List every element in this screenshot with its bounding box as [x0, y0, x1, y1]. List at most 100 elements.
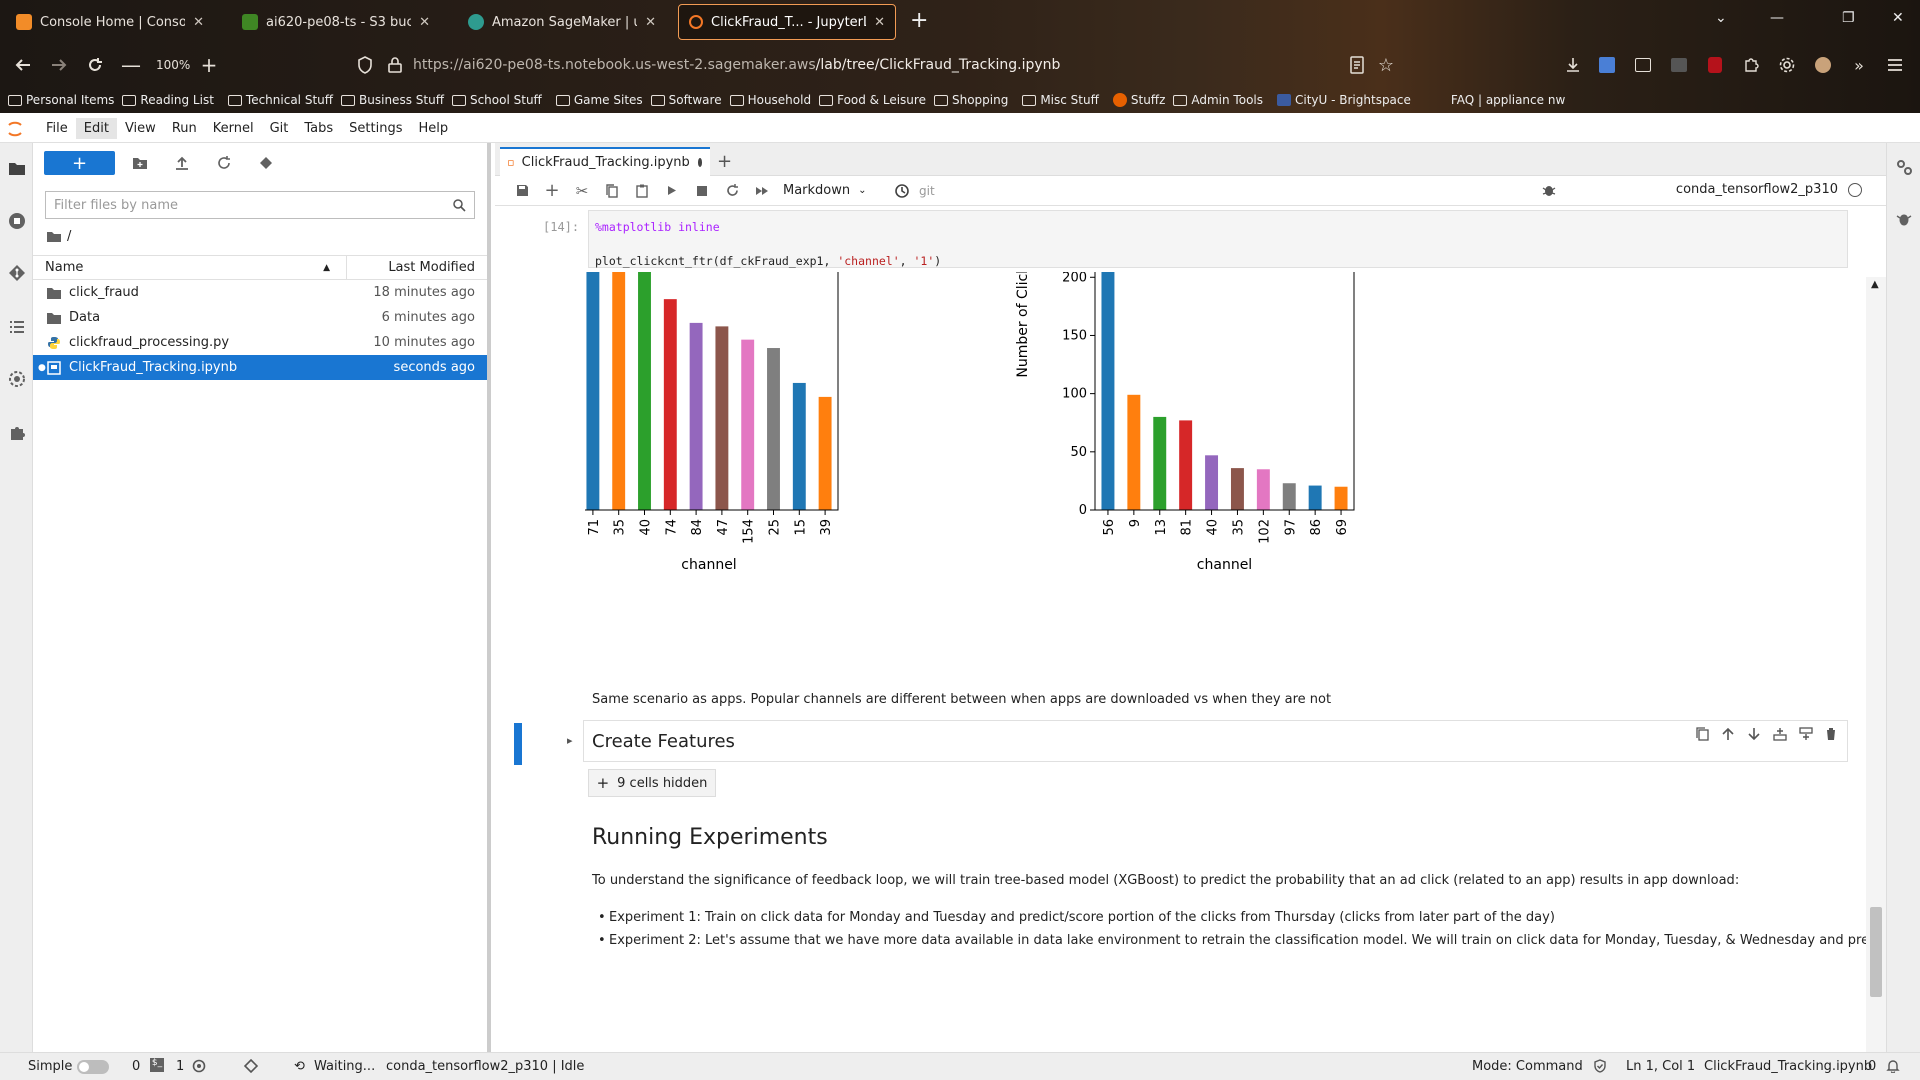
new-launcher-button[interactable]: +: [44, 151, 115, 175]
toggle-switch[interactable]: [76, 1059, 109, 1074]
browser-tab-jupyterlab[interactable]: ClickFraud_T... - JupyterLab ✕: [678, 4, 896, 40]
running-kernels-icon[interactable]: [7, 211, 27, 231]
kernel-indicator[interactable]: conda_tensorflow2_p310: [1676, 182, 1862, 197]
stop-icon[interactable]: [687, 185, 717, 196]
bookmark-link[interactable]: Stuffz: [1112, 93, 1165, 107]
scroll-up-icon[interactable]: ▲: [1871, 279, 1879, 290]
bookmark-folder[interactable]: Personal Items: [8, 93, 114, 107]
git-diff-button[interactable]: git: [919, 184, 935, 198]
table-of-contents-icon[interactable]: [7, 317, 27, 337]
kernel-usage-icon[interactable]: [192, 1059, 206, 1073]
forward-icon[interactable]: [46, 52, 72, 78]
property-inspector-gear-icon[interactable]: [1894, 157, 1914, 177]
account-avatar-icon[interactable]: [1810, 52, 1836, 78]
bookmark-folder[interactable]: Game Sites: [555, 93, 643, 107]
notification-bell-icon[interactable]: [1886, 1059, 1900, 1073]
menu-tabs[interactable]: Tabs: [296, 118, 341, 139]
zoom-level[interactable]: 100%: [156, 58, 190, 72]
kernel-status[interactable]: conda_tensorflow2_p310 | Idle: [386, 1059, 584, 1074]
upload-icon[interactable]: [169, 151, 195, 175]
clock-icon[interactable]: [887, 183, 917, 198]
file-row-clickfraud-processing[interactable]: clickfraud_processing.py 10 minutes ago: [33, 330, 487, 355]
cell-type-select[interactable]: Markdown ⌄: [783, 183, 877, 198]
file-filter-input[interactable]: Filter files by name: [45, 191, 475, 219]
downloads-icon[interactable]: [1560, 52, 1586, 78]
close-tab-icon[interactable]: ✕: [645, 15, 656, 30]
address-bar[interactable]: https://ai620-pe08-ts.notebook.us-west-2…: [413, 57, 1060, 73]
bookmark-folder[interactable]: Technical Stuff: [227, 93, 333, 107]
lock-icon[interactable]: [382, 52, 408, 78]
menu-kernel[interactable]: Kernel: [205, 118, 262, 139]
more-tools-icon[interactable]: »: [1846, 52, 1872, 78]
restart-run-all-icon[interactable]: [747, 186, 777, 196]
settings-gear-icon[interactable]: [1774, 52, 1800, 78]
notebook-scrollbar[interactable]: ▲ ▼: [1866, 277, 1886, 1052]
bookmark-folder[interactable]: Software: [650, 93, 722, 107]
delete-cell-icon[interactable]: [1825, 727, 1837, 741]
new-tab-icon[interactable]: +: [910, 8, 928, 33]
extension-icon[interactable]: [1666, 52, 1692, 78]
back-icon[interactable]: [10, 52, 36, 78]
trusted-shield-icon[interactable]: [1593, 1059, 1607, 1073]
terminal-count[interactable]: 0: [132, 1059, 140, 1074]
browser-tab-s3-bucket[interactable]: ai620-pe08-ts - S3 bucket | S3 | us-west…: [232, 4, 440, 40]
insert-cell-below-icon[interactable]: [1799, 727, 1813, 741]
unsaved-changes-icon[interactable]: [697, 158, 702, 167]
move-cell-down-icon[interactable]: [1747, 727, 1761, 741]
file-row-click-fraud[interactable]: click_fraud 18 minutes ago: [33, 280, 487, 305]
scrollbar-thumb[interactable]: [1870, 907, 1882, 997]
copy-icon[interactable]: [597, 183, 627, 198]
insert-cell-above-icon[interactable]: [1773, 727, 1787, 741]
browser-tab-sagemaker[interactable]: Amazon SageMaker | us-west-2 ✕: [458, 4, 666, 40]
cursor-position[interactable]: Ln 1, Col 1: [1626, 1059, 1695, 1074]
close-window-icon[interactable]: ✕: [1892, 10, 1904, 26]
reader-view-icon[interactable]: [1344, 52, 1370, 78]
notification-count[interactable]: 0: [1868, 1059, 1876, 1074]
menu-settings[interactable]: Settings: [341, 118, 410, 139]
bookmark-folder[interactable]: Food & Leisure: [819, 93, 926, 107]
reload-icon[interactable]: [82, 52, 108, 78]
menu-file[interactable]: File: [38, 118, 76, 139]
paste-icon[interactable]: [627, 184, 657, 198]
run-icon[interactable]: [657, 185, 687, 196]
new-folder-icon[interactable]: [127, 151, 153, 175]
insert-cell-icon[interactable]: +: [537, 180, 567, 201]
extensions-puzzle-icon[interactable]: [1738, 52, 1764, 78]
code-cell-editor[interactable]: %matplotlib inline plot_clickcnt_ftr(df_…: [588, 210, 1848, 268]
create-features-heading-cell[interactable]: ▸ Create Features: [567, 720, 1848, 762]
move-cell-up-icon[interactable]: [1721, 727, 1735, 741]
active-cell-marker[interactable]: [514, 723, 522, 765]
browser-tab-console-home[interactable]: Console Home | Console Home ✕: [6, 4, 214, 40]
close-tab-icon[interactable]: ✕: [419, 15, 430, 30]
ublock-icon[interactable]: [1702, 52, 1728, 78]
file-row-data[interactable]: Data 6 minutes ago: [33, 305, 487, 330]
last-modified-column-header[interactable]: Last Modified: [347, 260, 487, 275]
collapse-section-icon[interactable]: ▸: [567, 734, 573, 747]
menu-view[interactable]: View: [117, 118, 164, 139]
bookmark-folder[interactable]: Household: [729, 93, 811, 107]
simple-mode-toggle[interactable]: Simple: [28, 1059, 109, 1074]
duplicate-cell-icon[interactable]: [1696, 727, 1709, 741]
extension-icon[interactable]: [1630, 52, 1656, 78]
bookmark-folder[interactable]: School Stuff: [451, 93, 542, 107]
hidden-cells-button[interactable]: + 9 cells hidden: [588, 769, 716, 797]
menu-edit[interactable]: Edit: [75, 118, 117, 139]
file-browser-icon[interactable]: [7, 158, 27, 178]
minimize-icon[interactable]: —: [1770, 10, 1784, 26]
zoom-out-icon[interactable]: —: [118, 52, 144, 78]
property-inspector-icon[interactable]: [7, 369, 27, 389]
menu-git[interactable]: Git: [262, 118, 297, 139]
git-clone-icon[interactable]: [253, 151, 279, 175]
translate-extension-icon[interactable]: [1594, 52, 1620, 78]
bookmark-link[interactable]: FAQ | appliance nw: [1451, 93, 1565, 107]
menu-run[interactable]: Run: [164, 118, 205, 139]
save-icon[interactable]: [507, 184, 537, 197]
zoom-in-icon[interactable]: +: [196, 52, 222, 78]
git-status-icon[interactable]: [244, 1059, 258, 1073]
folder-icon[interactable]: [47, 231, 61, 242]
kernel-count[interactable]: 1: [176, 1059, 184, 1074]
bookmark-folder[interactable]: Admin Tools: [1173, 93, 1263, 107]
close-tab-icon[interactable]: ✕: [193, 15, 204, 30]
bookmark-folder[interactable]: Reading List: [122, 93, 214, 107]
new-launcher-tab-icon[interactable]: +: [717, 151, 732, 172]
